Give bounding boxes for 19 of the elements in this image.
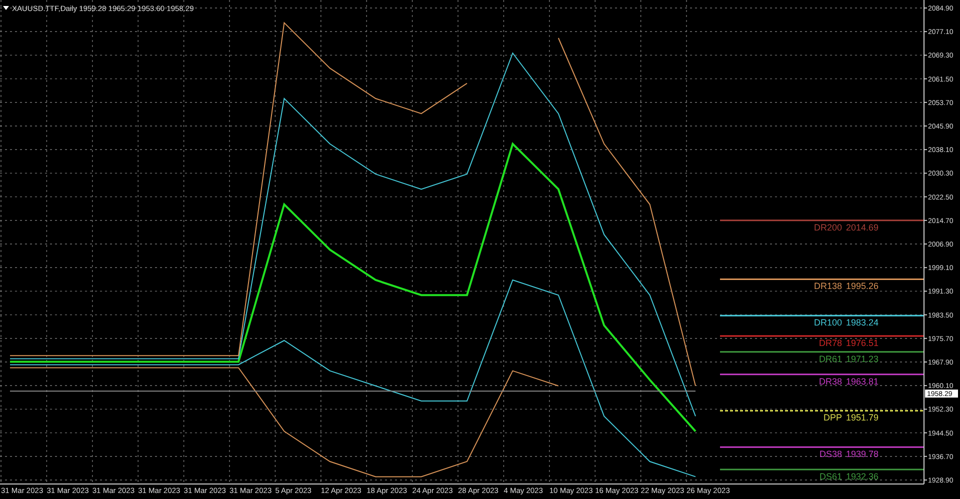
level-value: 1983.24 — [846, 318, 879, 328]
level-name: DR38 — [818, 376, 842, 386]
level-name: DR200 — [814, 222, 842, 232]
level-name: DS61 — [819, 472, 842, 482]
level-name: DR78 — [818, 338, 842, 348]
dropdown-arrow-icon[interactable] — [3, 6, 9, 10]
level-value: 1932.36 — [846, 472, 879, 482]
level-value: 1971.23 — [846, 354, 879, 364]
level-name: DPP — [823, 412, 842, 423]
level-name: DR100 — [814, 318, 842, 328]
level-value: 2014.69 — [846, 222, 879, 232]
level-value: 1976.51 — [846, 338, 879, 348]
level-value: 1951.79 — [846, 412, 879, 423]
level-value: 1939.78 — [846, 449, 879, 460]
level-value: 1995.26 — [846, 281, 879, 292]
level-value: 1963.81 — [846, 376, 879, 386]
level-name: DR138 — [814, 281, 842, 292]
level-name: DR61 — [818, 354, 842, 364]
level-name: DS38 — [819, 449, 842, 460]
